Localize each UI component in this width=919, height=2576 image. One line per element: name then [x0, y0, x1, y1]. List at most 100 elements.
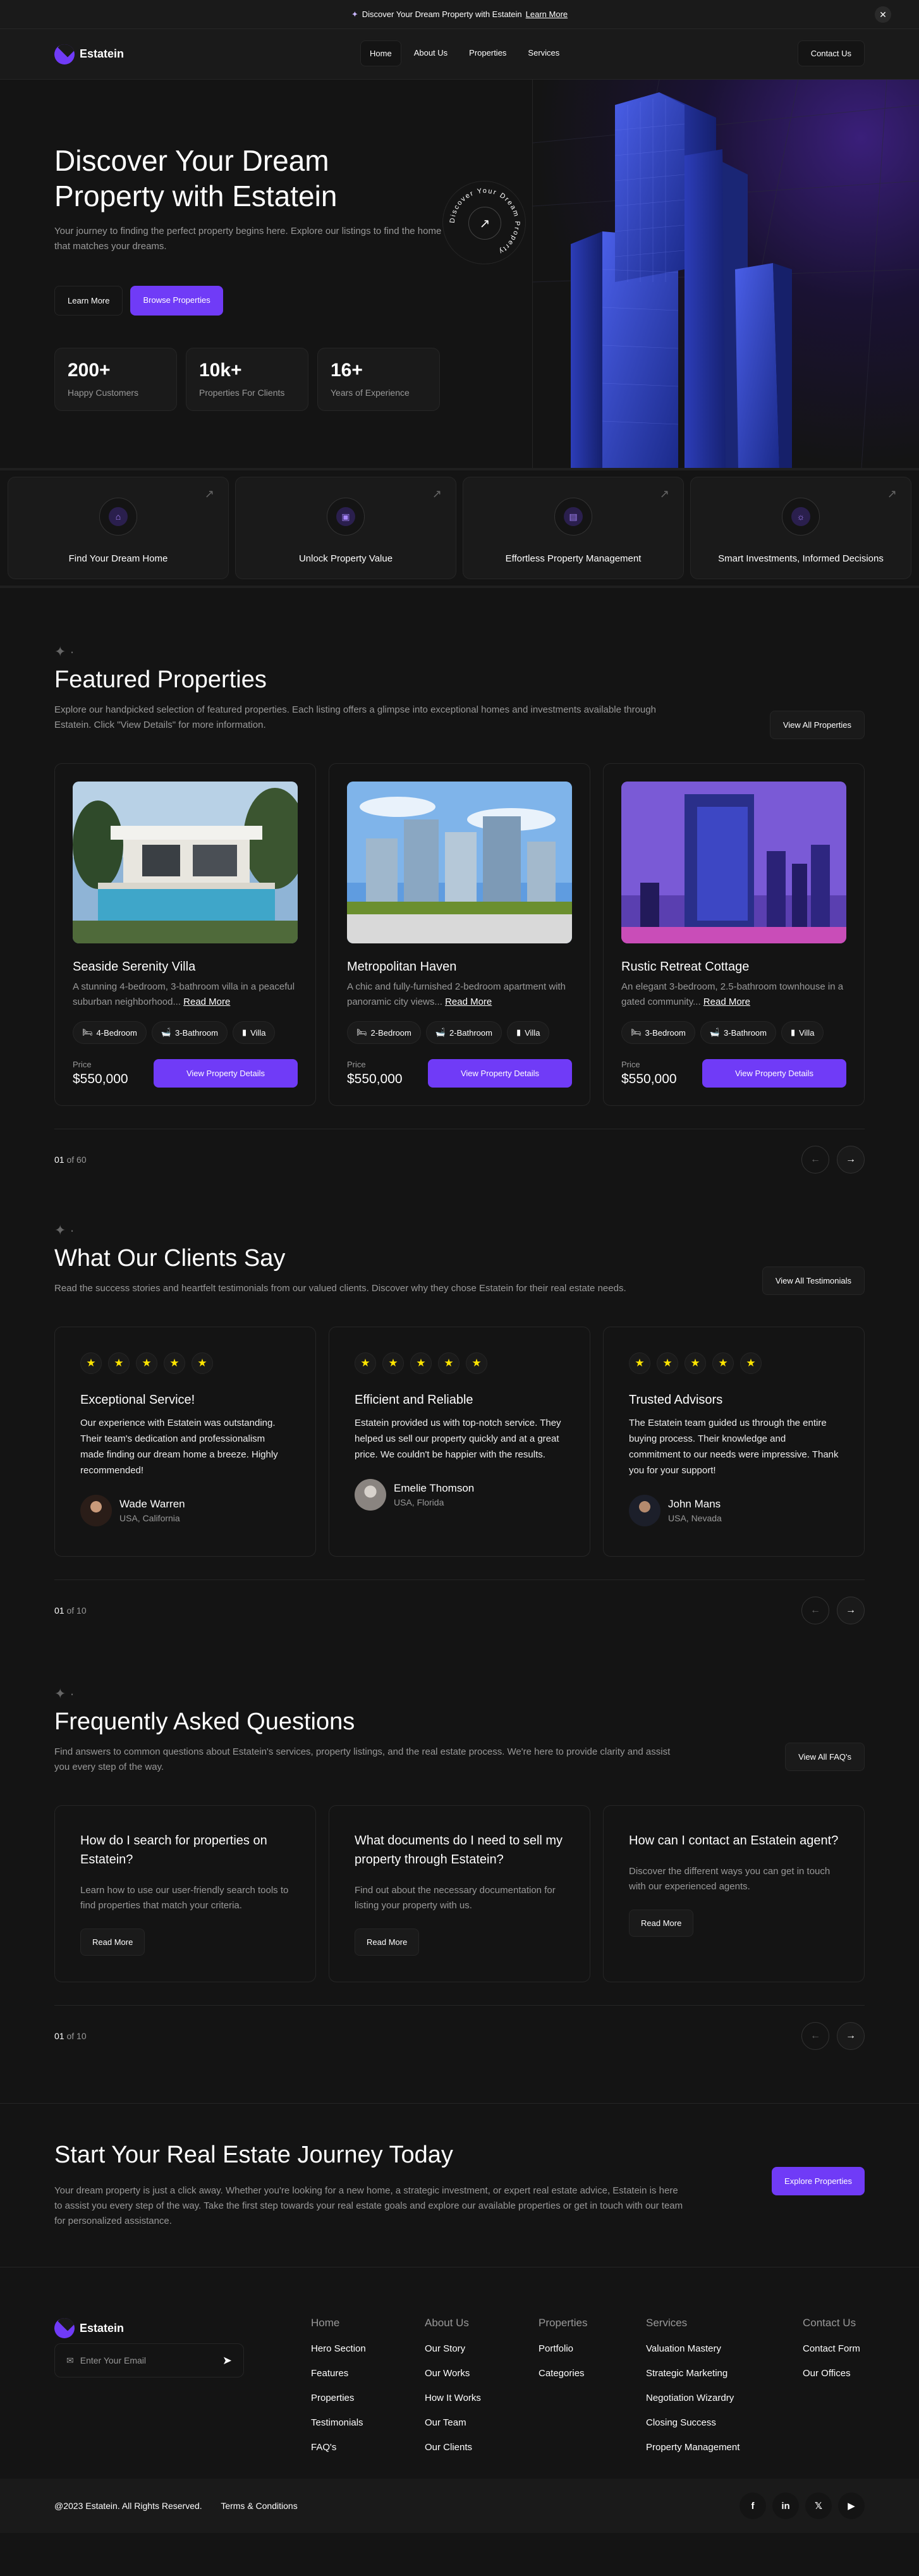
view-property-details-button[interactable]: View Property Details — [154, 1059, 298, 1088]
next-arrow-icon[interactable]: → — [837, 1146, 865, 1174]
footer-link[interactable]: Our Story — [425, 2343, 481, 2354]
footer-link[interactable]: Negotiation Wizardry — [646, 2393, 739, 2403]
faq-question: How do I search for properties on Estate… — [80, 1834, 267, 1867]
feature-card[interactable]: ↗ ▤ Effortless Property Management — [463, 477, 684, 579]
property-card: Metropolitan Haven A chic and fully-furn… — [329, 763, 590, 1106]
footer-link[interactable]: Property Management — [646, 2442, 739, 2453]
explore-properties-button[interactable]: Explore Properties — [772, 2167, 865, 2195]
star-icon: ★ — [740, 1352, 762, 1374]
sparkle-icon: ✦· — [54, 644, 78, 659]
discover-badge[interactable]: Discover Your Dream Property ↗ — [442, 181, 526, 264]
view-property-details-button[interactable]: View Property Details — [428, 1059, 572, 1088]
features-strip: ↗ ⌂ Find Your Dream Home ↗ ▣ Unlock Prop… — [0, 468, 919, 588]
brand-name: Estatein — [80, 47, 125, 60]
footer-column-head: Home — [311, 2317, 340, 2329]
next-arrow-icon[interactable]: → — [837, 2022, 865, 2050]
send-icon[interactable]: ➤ — [222, 2354, 232, 2367]
client-location: USA, California — [119, 1513, 180, 1523]
stat-number: 200+ — [68, 360, 111, 381]
footer-link[interactable]: Our Offices — [803, 2368, 860, 2379]
footer-link[interactable]: Our Team — [425, 2417, 481, 2428]
client-location: USA, Nevada — [668, 1513, 722, 1523]
star-rating: ★ ★ ★ ★ ★ — [80, 1352, 290, 1374]
client-name: Emelie Thomson — [394, 1482, 475, 1494]
footer-link[interactable]: Hero Section — [311, 2343, 366, 2354]
star-icon: ★ — [382, 1352, 404, 1374]
linkedin-icon[interactable]: in — [772, 2493, 799, 2519]
testimonial-text: Estatein provided us with top-notch serv… — [355, 1418, 561, 1460]
copyright-text: @2023 Estatein. All Rights Reserved. — [54, 2501, 202, 2511]
view-all-faqs-button[interactable]: View All FAQ's — [785, 1743, 865, 1771]
footer-column-head: Services — [646, 2317, 688, 2329]
learn-more-button[interactable]: Learn More — [54, 286, 123, 316]
footer-link[interactable]: Our Clients — [425, 2442, 481, 2453]
prev-arrow-icon[interactable]: ← — [801, 2022, 829, 2050]
star-icon: ★ — [685, 1352, 706, 1374]
footer-link[interactable]: Strategic Marketing — [646, 2368, 739, 2379]
section-subtitle: Read the success stories and heartfelt t… — [54, 1283, 626, 1294]
banner-learn-more-link[interactable]: Learn More — [526, 9, 568, 19]
bookmark-icon: ▮ — [790, 1027, 796, 1037]
view-all-testimonials-button[interactable]: View All Testimonials — [762, 1267, 865, 1295]
sparkle-icon: ✦· — [54, 1222, 78, 1238]
footer-link[interactable]: Portfolio — [539, 2343, 587, 2354]
nav-item-services[interactable]: Services — [519, 40, 568, 66]
read-more-button[interactable]: Read More — [629, 1910, 694, 1937]
footer-link[interactable]: Properties — [311, 2393, 366, 2403]
prev-arrow-icon[interactable]: ← — [801, 1597, 829, 1624]
tag-label: Villa — [799, 1027, 815, 1038]
read-more-link[interactable]: Read More — [703, 997, 750, 1007]
footer-link[interactable]: Closing Success — [646, 2417, 739, 2428]
tag-label: 2-Bathroom — [449, 1027, 492, 1038]
view-property-details-button[interactable]: View Property Details — [702, 1059, 846, 1088]
next-arrow-icon[interactable]: → — [837, 1597, 865, 1624]
bookmark-icon: ▮ — [241, 1027, 247, 1037]
page-count: 01 of 10 — [54, 2031, 87, 2041]
read-more-link[interactable]: Read More — [183, 997, 230, 1007]
property-image — [347, 782, 572, 943]
facebook-icon[interactable]: f — [739, 2493, 766, 2519]
nav-item-home[interactable]: Home — [360, 40, 401, 66]
close-icon[interactable]: ✕ — [875, 6, 891, 23]
prev-arrow-icon[interactable]: ← — [801, 1146, 829, 1174]
contact-us-button[interactable]: Contact Us — [797, 40, 865, 66]
bath-icon: 🛁 — [161, 1027, 172, 1037]
footer-link[interactable]: Categories — [539, 2368, 587, 2379]
read-more-button[interactable]: Read More — [355, 1929, 420, 1956]
nav-item-properties[interactable]: Properties — [460, 40, 515, 66]
faq-answer: Learn how to use our user-friendly searc… — [80, 1885, 289, 1911]
footer-link[interactable]: Valuation Mastery — [646, 2343, 739, 2354]
footer-logo[interactable]: Estatein — [54, 2318, 124, 2338]
feature-card[interactable]: ↗ ⌂ Find Your Dream Home — [8, 477, 229, 579]
price-value: $550,000 — [347, 1072, 403, 1086]
footer-link[interactable]: Our Works — [425, 2368, 481, 2379]
feature-card[interactable]: ↗ ▣ Unlock Property Value — [235, 477, 456, 579]
footer-link[interactable]: Testimonials — [311, 2417, 366, 2428]
brand-name: Estatein — [80, 2321, 125, 2334]
twitter-icon[interactable]: 𝕏 — [805, 2493, 832, 2519]
logo[interactable]: Estatein — [54, 44, 124, 64]
email-field[interactable]: ✉ Enter Your Email ➤ — [54, 2343, 244, 2377]
bed-icon: 🛏 — [82, 1027, 93, 1037]
footer-link[interactable]: Contact Form — [803, 2343, 860, 2354]
star-icon: ★ — [192, 1352, 213, 1374]
faq-question: What documents do I need to sell my prop… — [355, 1834, 563, 1867]
terms-link[interactable]: Terms & Conditions — [221, 2501, 297, 2511]
footer-link[interactable]: FAQ's — [311, 2442, 366, 2453]
youtube-icon[interactable]: ▶ — [838, 2493, 865, 2519]
star-icon: ★ — [712, 1352, 734, 1374]
feature-card[interactable]: ↗ ☼ Smart Investments, Informed Decision… — [690, 477, 911, 579]
footer-link[interactable]: Features — [311, 2368, 366, 2379]
property-name: Seaside Serenity Villa — [73, 960, 196, 974]
read-more-button[interactable]: Read More — [80, 1929, 145, 1956]
testimonial-title: Trusted Advisors — [629, 1393, 723, 1407]
footer-column: Contact Us Contact Form Our Offices — [803, 2317, 860, 2379]
hero-building-image — [532, 80, 919, 468]
nav-item-about[interactable]: About Us — [405, 40, 456, 66]
faq-card: How do I search for properties on Estate… — [54, 1805, 316, 1982]
read-more-link[interactable]: Read More — [445, 997, 492, 1007]
view-all-properties-button[interactable]: View All Properties — [769, 711, 865, 739]
section-title: Frequently Asked Questions — [54, 1708, 355, 1735]
browse-properties-button[interactable]: Browse Properties — [130, 286, 223, 316]
footer-link[interactable]: How It Works — [425, 2393, 481, 2403]
